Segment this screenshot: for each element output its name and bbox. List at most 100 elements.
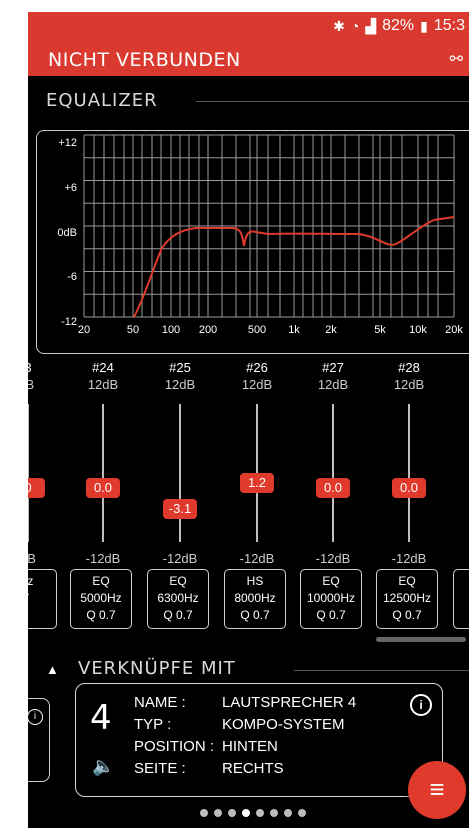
eq-band[interactable]: - 16 — [451, 360, 469, 632]
eq-band[interactable]: 3 IB 0 dB Hz 7 — [28, 360, 63, 632]
info-icon[interactable]: i — [28, 709, 43, 725]
eq-band[interactable]: #27 12dB 0.0 -12dB EQ 10000Hz Q 0.7 — [298, 360, 368, 632]
band-filter-card[interactable]: EQ 5000Hz Q 0.7 — [70, 569, 132, 629]
filter-frequency: 8000Hz — [234, 591, 276, 605]
band-filter-card[interactable]: 16 — [453, 569, 469, 629]
x-tick-label: 20 — [77, 324, 91, 336]
page-dot[interactable] — [298, 809, 306, 817]
speaker-icon: 🔈 — [92, 756, 115, 776]
filter-q: Q 0.7 — [240, 608, 270, 622]
link-section-title: VERKNÜPFE MIT — [78, 658, 236, 679]
band-max-gain: 12dB — [241, 377, 273, 392]
band-slider-handle[interactable]: 0.0 — [316, 478, 350, 498]
band-slider-track[interactable] — [28, 404, 29, 542]
band-slider-track[interactable] — [332, 404, 334, 542]
app-screen: ✱ ◔ ▟ 82% ▮ 15:3 NICHT VERBUNDEN ⚯ EQUAL… — [28, 12, 469, 828]
band-min-gain: -12dB — [162, 551, 198, 566]
speaker-type-row: TYP : KOMPO-SYSTEM — [134, 716, 345, 733]
y-tick-label: +12 — [58, 137, 77, 149]
speaker-name-row: NAME : LAUTSPRECHER 4 — [134, 694, 356, 711]
filter-frequency: 12500Hz — [382, 591, 432, 605]
filter-q: Q 0.7 — [163, 608, 193, 622]
page-dot[interactable] — [284, 809, 292, 817]
band-slider-handle[interactable]: 0.0 — [392, 478, 426, 498]
page-dot[interactable] — [256, 809, 264, 817]
band-min-gain: -12dB — [315, 551, 351, 566]
x-tick-label: 500 — [247, 324, 267, 336]
band-slider-track[interactable] — [179, 404, 181, 542]
x-tick-label: 10k — [409, 324, 427, 336]
x-tick-label: 1k — [288, 324, 300, 336]
band-filter-card[interactable]: Hz 7 — [28, 569, 57, 629]
band-number: 3 — [28, 360, 63, 375]
band-slider-track[interactable] — [102, 404, 104, 542]
band-number: #25 — [169, 360, 191, 375]
page-dot[interactable] — [214, 809, 222, 817]
band-filter-card[interactable]: EQ 12500Hz Q 0.7 — [376, 569, 438, 629]
filter-frequency: 5000Hz — [80, 591, 122, 605]
filter-q: Q 0.7 — [316, 608, 346, 622]
band-slider-handle[interactable]: 0 — [28, 478, 45, 498]
band-filter-card[interactable]: EQ 6300Hz Q 0.7 — [147, 569, 209, 629]
band-number: #27 — [322, 360, 344, 375]
eq-band[interactable]: #25 12dB -3.1 -12dB EQ 6300Hz Q 0.7 — [145, 360, 215, 632]
y-tick-label: -12 — [61, 316, 77, 328]
filter-frequency: Hz — [28, 574, 34, 588]
x-tick-label: 50 — [126, 324, 140, 336]
info-icon[interactable]: i — [410, 694, 432, 716]
band-slider-handle[interactable]: 0.0 — [86, 478, 120, 498]
menu-fab-button[interactable]: ≡ — [408, 761, 466, 819]
filter-frequency: 6300Hz — [157, 591, 199, 605]
filter-q: 7 — [28, 590, 56, 607]
y-tick-label: 0dB — [57, 227, 77, 239]
x-tick-label: 200 — [198, 324, 218, 336]
x-tick-label: 2k — [325, 324, 337, 336]
band-slider-track[interactable] — [408, 404, 410, 542]
position-label: POSITION : — [134, 738, 215, 755]
page-dot[interactable] — [200, 809, 208, 817]
filter-type: EQ — [398, 574, 416, 588]
filter-type: EQ — [169, 574, 187, 588]
band-min-gain: -12dB — [85, 551, 121, 566]
filter-frequency: 10000Hz — [306, 591, 356, 605]
band-slider-handle[interactable]: 1.2 — [240, 473, 274, 493]
band-max-gain: IB — [28, 377, 35, 392]
band-min-gain: -12dB — [239, 551, 275, 566]
eq-band[interactable]: #28 12dB 0.0 -12dB EQ 12500Hz Q 0.7 — [374, 360, 444, 632]
band-min-gain: - — [451, 551, 469, 566]
eq-band[interactable]: #24 12dB 0.0 -12dB EQ 5000Hz Q 0.7 — [68, 360, 138, 632]
y-tick-label: +6 — [64, 182, 77, 194]
band-min-gain: -12dB — [391, 551, 427, 566]
band-number: #24 — [92, 360, 114, 375]
x-tick-label: 5k — [374, 324, 386, 336]
x-tick-label: 20k — [445, 324, 463, 336]
previous-speaker-card[interactable]: i — [28, 698, 50, 782]
speaker-card[interactable]: 4 🔈 NAME : LAUTSPRECHER 4 TYP : KOMPO-SY… — [75, 683, 443, 797]
filter-type: EQ — [92, 574, 110, 588]
hamburger-icon: ≡ — [429, 774, 445, 804]
type-value: KOMPO-SYSTEM — [222, 716, 345, 733]
name-value: LAUTSPRECHER 4 — [222, 694, 357, 711]
eq-band[interactable]: #26 12dB 1.2 -12dB HS 8000Hz Q 0.7 — [222, 360, 292, 632]
side-label: SEITE : — [134, 760, 186, 777]
type-label: TYP : — [134, 716, 172, 733]
filter-frequency: 16 — [454, 573, 469, 590]
speaker-number: 4 — [90, 698, 112, 738]
band-number: #28 — [398, 360, 420, 375]
page-dot[interactable] — [242, 809, 250, 817]
filter-type: HS — [246, 574, 264, 588]
y-tick-label: -6 — [67, 271, 77, 283]
x-tick-label: 100 — [161, 324, 181, 336]
name-label: NAME : — [134, 694, 186, 711]
horizontal-scrollbar[interactable] — [376, 637, 466, 642]
filter-q: Q 0.7 — [392, 608, 422, 622]
band-max-gain: 12dB — [393, 377, 425, 392]
triangle-up-icon[interactable]: ▲ — [46, 662, 59, 677]
page-dot[interactable] — [228, 809, 236, 817]
position-value: HINTEN — [222, 738, 278, 755]
band-max-gain: 12dB — [317, 377, 349, 392]
band-filter-card[interactable]: HS 8000Hz Q 0.7 — [224, 569, 286, 629]
band-slider-handle[interactable]: -3.1 — [163, 499, 197, 519]
band-filter-card[interactable]: EQ 10000Hz Q 0.7 — [300, 569, 362, 629]
page-dot[interactable] — [270, 809, 278, 817]
